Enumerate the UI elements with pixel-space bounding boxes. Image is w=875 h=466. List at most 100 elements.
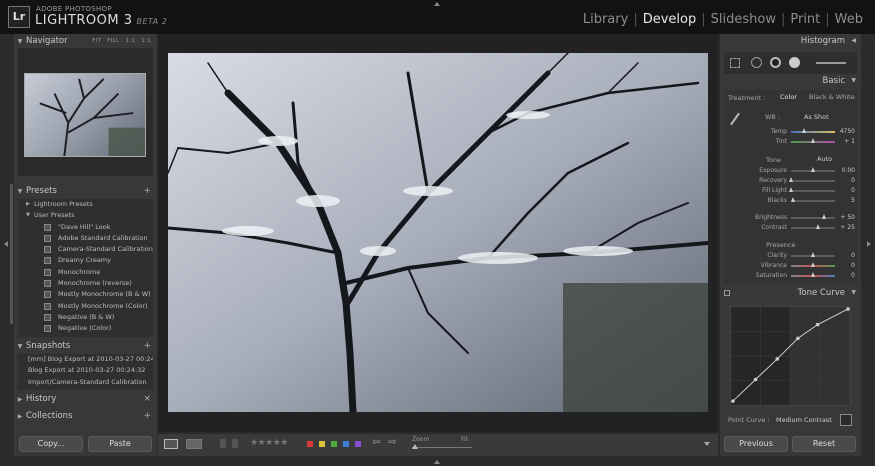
slider-vibrance[interactable]: Vibrance 0 [724, 261, 857, 271]
adjustment-brush-tool-icon[interactable] [816, 62, 846, 64]
module-print[interactable]: Print [790, 12, 820, 27]
slider-knob[interactable] [810, 272, 815, 277]
slider-brightness[interactable]: Brightness + 50 [724, 213, 857, 223]
tone-curve-graph[interactable] [730, 306, 851, 406]
paste-settings-button[interactable]: Paste [88, 436, 152, 452]
preset-item[interactable]: Mostly Monochrome (Color) [18, 301, 153, 312]
slider-value[interactable]: 5 [851, 197, 855, 204]
left-panel-toggle-icon[interactable] [4, 241, 8, 247]
wb-select[interactable]: As Shot [804, 113, 829, 121]
module-library[interactable]: Library [583, 12, 628, 27]
flag-reject-icon[interactable] [232, 439, 238, 448]
module-slideshow[interactable]: Slideshow [711, 12, 776, 27]
slider-value[interactable]: 4750 [840, 128, 855, 135]
toolbar-menu-icon[interactable] [704, 442, 710, 446]
slider-temp[interactable]: Temp 4750 [724, 127, 857, 137]
slider-clarity[interactable]: Clarity 0 [724, 251, 857, 261]
slider-value[interactable]: + 25 [840, 224, 855, 231]
next-photo-arrow-icon[interactable]: ⇨ [388, 437, 396, 448]
slider-value[interactable]: + 1 [844, 138, 855, 145]
crop-tool-icon[interactable] [730, 58, 740, 68]
before-after-view-icon[interactable] [186, 439, 202, 449]
right-panel-toggle-icon[interactable] [867, 241, 871, 247]
preset-item[interactable]: Camera-Standard Calibration [18, 244, 153, 255]
slider-knob[interactable] [810, 252, 815, 257]
color-label-red[interactable] [307, 441, 313, 447]
color-label-blue[interactable] [343, 441, 349, 447]
module-web[interactable]: Web [835, 12, 863, 27]
slider-blacks[interactable]: Blacks 5 [724, 196, 857, 206]
module-develop[interactable]: Develop [643, 12, 697, 27]
slider-value[interactable]: 0 [851, 272, 855, 279]
presets-header[interactable]: ▼ Presets + [14, 184, 157, 198]
top-panel-toggle-icon[interactable] [434, 2, 440, 6]
navigator-thumbnail[interactable] [24, 73, 146, 157]
navigator-zoom-options[interactable]: FIT FILL 1:1 1:1 [92, 34, 151, 48]
spot-removal-tool-icon[interactable] [751, 57, 762, 68]
preset-item[interactable]: Negative (B & W) [18, 312, 153, 323]
graduated-filter-tool-icon[interactable] [789, 57, 800, 68]
slider-recovery[interactable]: Recovery 0 [724, 176, 857, 186]
white-balance-eyedropper-icon[interactable] [728, 112, 742, 126]
histogram-header[interactable]: Histogram ◀ [720, 34, 861, 48]
slider-value[interactable]: 0 [851, 262, 855, 269]
color-label-yellow[interactable] [319, 441, 325, 447]
basic-header[interactable]: Basic ▼ [720, 74, 861, 88]
point-curve-edit-icon[interactable] [840, 414, 852, 426]
rating-stars[interactable]: ★★★★★ [250, 438, 288, 448]
treatment-color-option[interactable]: Color [780, 93, 797, 101]
preset-item[interactable]: Adobe Standard Calibration [18, 233, 153, 244]
slider-knob[interactable] [790, 197, 795, 202]
snapshot-item[interactable]: Import/Camera-Standard Calibration [18, 377, 153, 388]
slider-exposure[interactable]: Exposure 0.00 [724, 166, 857, 176]
zoom-slider-track[interactable] [412, 447, 472, 448]
slider-value[interactable]: 0 [851, 187, 855, 194]
tone-auto-button[interactable]: Auto [817, 155, 832, 163]
history-header[interactable]: ▶ History × [14, 392, 157, 406]
slider-tint[interactable]: Tint + 1 [724, 137, 857, 147]
previous-settings-button[interactable]: Previous [724, 436, 788, 452]
tone-curve-header[interactable]: Tone Curve ▼ [720, 286, 861, 300]
slider-knob[interactable] [789, 177, 794, 182]
flag-pick-icon[interactable] [220, 439, 226, 448]
collections-header[interactable]: ▶ Collections + [14, 409, 157, 423]
photo-preview[interactable] [168, 53, 708, 412]
slider-knob[interactable] [810, 262, 815, 267]
slider-value[interactable]: + 50 [840, 214, 855, 221]
preset-item[interactable]: Negative (Color) [18, 323, 153, 334]
snapshot-item[interactable]: Blog Export at 2010-03-27 00:24:32 [18, 365, 153, 376]
clear-history-icon[interactable]: × [143, 392, 151, 406]
bottom-panel-toggle-icon[interactable] [434, 460, 440, 464]
slider-knob[interactable] [821, 214, 826, 219]
slider-value[interactable]: 0 [851, 177, 855, 184]
slider-knob[interactable] [789, 187, 794, 192]
previous-photo-arrow-icon[interactable]: ⇦ [372, 437, 380, 448]
preset-item[interactable]: Monochrome (reverse) [18, 278, 153, 289]
red-eye-tool-icon[interactable] [770, 57, 781, 68]
snapshot-item[interactable]: [mm] Blog Export at 2010-03-27 00:24:36 [18, 354, 153, 365]
reset-button[interactable]: Reset [792, 436, 856, 452]
color-label-green[interactable] [331, 441, 337, 447]
slider-saturation[interactable]: Saturation 0 [724, 271, 857, 281]
navigator-header[interactable]: ▼ Navigator FIT FILL 1:1 1:1 [14, 34, 157, 48]
color-label-purple[interactable] [355, 441, 361, 447]
preset-folder-lightroom[interactable]: ▶ Lightroom Presets [18, 199, 153, 210]
add-collection-icon[interactable]: + [143, 409, 151, 423]
left-panel-scrollbar[interactable] [10, 184, 13, 324]
preset-folder-user[interactable]: ▼ User Presets [18, 210, 153, 221]
slider-knob[interactable] [801, 128, 806, 133]
slider-knob[interactable] [810, 138, 815, 143]
preset-item[interactable]: Mostly Monochrome (B & W) [18, 289, 153, 300]
point-curve-select[interactable]: Medium Contrast [776, 416, 832, 424]
loupe-view-icon[interactable] [164, 439, 178, 449]
slider-knob[interactable] [815, 224, 820, 229]
zoom-slider-knob[interactable] [412, 444, 418, 449]
tone-curve-target-icon[interactable] [724, 290, 730, 296]
slider-value[interactable]: 0.00 [842, 167, 855, 174]
add-snapshot-icon[interactable]: + [143, 339, 151, 353]
slider-contrast[interactable]: Contrast + 25 [724, 223, 857, 233]
slider-fill-light[interactable]: Fill Light 0 [724, 186, 857, 196]
add-preset-icon[interactable]: + [143, 184, 151, 198]
preset-item[interactable]: Monochrome [18, 267, 153, 278]
treatment-bw-option[interactable]: Black & White [809, 93, 855, 101]
